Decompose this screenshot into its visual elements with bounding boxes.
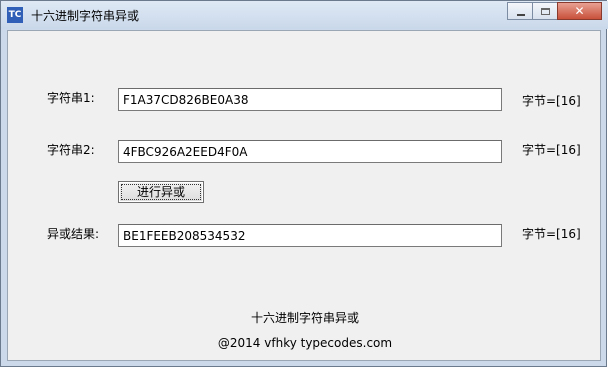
result-bytes: 字节=[16] xyxy=(522,227,581,241)
minimize-button[interactable] xyxy=(507,2,533,20)
app-icon: TC xyxy=(7,7,23,23)
result-label: 异或结果: xyxy=(47,227,100,241)
window-title: 十六进制字符串异或 xyxy=(31,9,140,23)
footer-title: 十六进制字符串异或 xyxy=(250,311,359,325)
app-window: TC 十六进制字符串异或 ✕ 字符串1: 字节=[16] 字符串2: 字节=[1… xyxy=(0,0,608,367)
footer-copyright: @2014 vfhky typecodes.com xyxy=(217,336,393,350)
client-area: 字符串1: 字节=[16] 字符串2: 字节=[16] 进行异或 异或结果: 字… xyxy=(7,30,601,361)
string1-input[interactable] xyxy=(118,88,502,111)
string1-bytes: 字节=[16] xyxy=(522,94,581,108)
caption-buttons: ✕ xyxy=(507,2,602,22)
title-bar[interactable]: TC 十六进制字符串异或 ✕ xyxy=(1,1,608,29)
string1-label: 字符串1: xyxy=(47,91,95,105)
string2-input[interactable] xyxy=(118,140,502,163)
close-button[interactable]: ✕ xyxy=(557,2,602,20)
result-input[interactable] xyxy=(118,224,502,247)
string2-label: 字符串2: xyxy=(47,143,95,157)
minimize-icon xyxy=(517,14,525,16)
maximize-button[interactable] xyxy=(532,2,558,20)
xor-button[interactable]: 进行异或 xyxy=(118,181,204,203)
string2-bytes: 字节=[16] xyxy=(522,143,581,157)
close-icon: ✕ xyxy=(574,4,585,18)
maximize-icon xyxy=(541,8,550,15)
focus-ring xyxy=(121,184,201,200)
